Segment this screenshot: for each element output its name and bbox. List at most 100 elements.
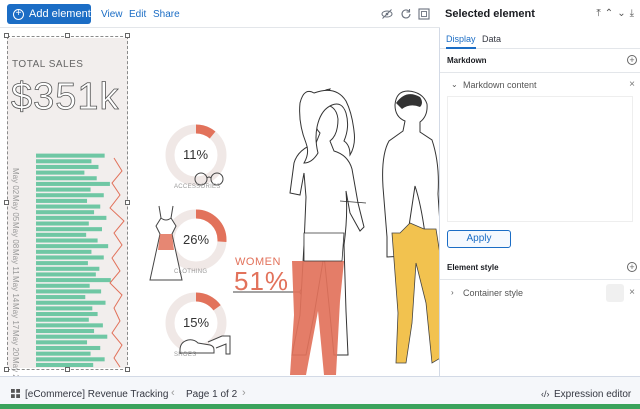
move-up-icon[interactable]: ⌃ — [605, 8, 613, 19]
page-indicator[interactable]: Page 1 of 2 — [186, 389, 237, 400]
date-label: May 14 — [11, 276, 20, 303]
sales-bar — [36, 221, 89, 226]
markdown-content-row[interactable]: ⌄ Markdown content × — [440, 74, 640, 96]
sales-bar — [36, 232, 87, 237]
tab-display[interactable]: Display — [446, 34, 476, 49]
panel-tabs: Display Data — [440, 29, 640, 49]
resize-handle[interactable] — [4, 367, 9, 372]
panel-title: Selected element — [445, 8, 535, 20]
sales-bar — [36, 187, 91, 192]
sales-bar — [36, 215, 107, 220]
total-sales-value: $351k — [11, 76, 120, 119]
donut-label: CLOTHING — [174, 269, 208, 275]
sales-bar — [36, 272, 96, 277]
sales-bar — [36, 328, 95, 334]
sales-bar — [36, 153, 105, 158]
donut-percentage: 11% — [183, 147, 209, 162]
sales-bar — [36, 204, 101, 209]
sales-bar — [36, 210, 95, 215]
sales-bar — [36, 249, 92, 254]
sales-bar — [36, 334, 108, 339]
sales-bar — [36, 295, 86, 300]
sales-bar — [36, 289, 102, 294]
resize-handle[interactable] — [125, 33, 130, 38]
status-strip — [0, 404, 640, 409]
sales-bar — [36, 351, 91, 356]
date-label: May 17 — [11, 303, 20, 330]
sales-bar — [36, 170, 85, 175]
sales-bar — [36, 357, 105, 362]
expression-editor-button[interactable]: Expression editor — [554, 389, 631, 400]
donut-percentage: 15% — [183, 315, 210, 330]
share-menu[interactable]: Share — [153, 9, 180, 20]
add-element-label: Add element — [29, 8, 91, 20]
donut-percentage: 26% — [183, 232, 210, 247]
plus-icon: + — [13, 8, 24, 20]
sales-bar — [36, 317, 89, 322]
next-page-icon[interactable]: › — [242, 387, 246, 399]
apply-button[interactable]: Apply — [447, 230, 511, 248]
people-illustration — [289, 88, 439, 375]
code-icon[interactable]: ‹/› — [541, 389, 550, 399]
chevron-right-icon[interactable]: › — [451, 288, 454, 297]
resize-handle[interactable] — [65, 367, 70, 372]
sales-bar — [36, 181, 110, 186]
container-style-label: Container style — [463, 288, 524, 298]
move-to-bottom-icon[interactable]: ⤓ — [630, 8, 634, 19]
add-style-icon[interactable]: + — [627, 262, 637, 272]
date-label: May 23 — [11, 357, 20, 376]
markdown-textarea[interactable] — [447, 96, 633, 222]
add-element-button[interactable]: + Add element — [7, 4, 91, 24]
sales-bar — [36, 345, 101, 351]
resize-handle[interactable] — [4, 200, 9, 205]
date-label: May 08 — [11, 222, 20, 249]
workpad-canvas[interactable]: TOTAL SALES $351k May 02 May 05 May 08 May … — [0, 28, 440, 376]
donut-label: SHOES — [174, 352, 197, 358]
sales-bar — [36, 244, 109, 249]
fullscreen-icon[interactable] — [418, 8, 430, 20]
add-argument-icon[interactable]: + — [627, 55, 637, 65]
resize-handle[interactable] — [125, 367, 130, 372]
donut-label: ACCESSORIES — [174, 184, 221, 190]
element-style-label: Element style — [447, 263, 499, 272]
edit-menu[interactable]: Edit — [129, 9, 146, 20]
move-to-top-icon[interactable]: ⤒ — [596, 8, 600, 19]
resize-handle[interactable] — [65, 33, 70, 38]
markdown-section-header: Markdown + — [440, 49, 640, 73]
sales-bar — [36, 164, 99, 169]
selected-element-panel: Selected element ⤒ ⌃ ⌄ ⤓ Display Data Ma… — [440, 0, 640, 376]
tab-data[interactable]: Data — [482, 34, 501, 44]
sales-bar — [36, 176, 97, 181]
remove-style-icon[interactable]: × — [629, 287, 635, 298]
sales-bar — [36, 312, 98, 317]
grid-icon[interactable] — [11, 389, 20, 398]
view-menu[interactable]: View — [101, 9, 123, 20]
sales-bar — [36, 340, 88, 345]
chevron-down-icon[interactable]: ⌄ — [451, 80, 458, 89]
sales-bar — [36, 159, 92, 164]
date-label: May 20 — [11, 330, 20, 357]
resize-handle[interactable] — [125, 200, 130, 205]
sales-bar — [36, 266, 100, 271]
hide-icon[interactable] — [381, 8, 393, 20]
date-label: May 05 — [11, 195, 20, 222]
sales-bar — [36, 306, 93, 311]
workpad-name[interactable]: [eCommerce] Revenue Tracking — [25, 389, 168, 400]
date-label: May 11 — [11, 249, 20, 275]
move-down-icon[interactable]: ⌄ — [617, 8, 625, 19]
date-label: May 02 — [11, 168, 20, 195]
sales-bar — [36, 323, 103, 328]
element-style-header: Element style + — [440, 256, 640, 280]
sales-bar — [36, 261, 88, 266]
sales-bar — [36, 193, 104, 198]
sales-bar — [36, 300, 106, 305]
prev-page-icon[interactable]: ‹ — [171, 387, 175, 399]
resize-handle[interactable] — [4, 33, 9, 38]
markdown-section-label: Markdown — [447, 56, 487, 65]
style-color-swatch[interactable] — [606, 284, 624, 302]
sales-bar — [36, 227, 102, 232]
trend-line — [109, 157, 125, 368]
layer-controls: ⤒ ⌃ ⌄ ⤓ — [596, 8, 634, 19]
remove-icon[interactable]: × — [629, 79, 635, 90]
refresh-icon[interactable] — [400, 8, 412, 20]
